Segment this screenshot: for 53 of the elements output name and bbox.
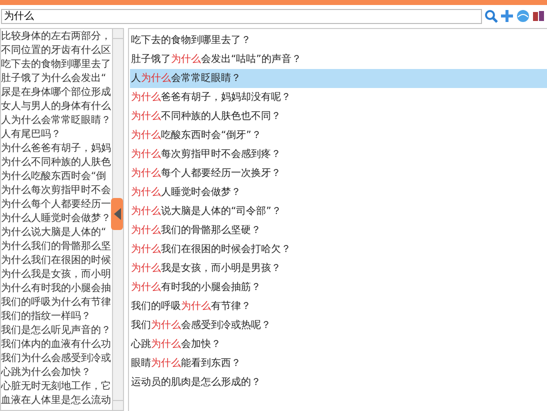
result-item[interactable]: 眼睛为什么能看到东西？: [130, 354, 547, 373]
list-item[interactable]: 我们的呼吸为什么有节律: [1, 296, 111, 310]
list-item[interactable]: 心跳为什么会加快？: [1, 366, 91, 380]
list-item[interactable]: 我们体内的血液有什么功: [1, 338, 111, 352]
list-item[interactable]: 为什么每次剪指甲时不会: [1, 184, 111, 198]
list-item[interactable]: 人有尾巴吗？: [1, 128, 61, 142]
result-item[interactable]: 为什么我们的骨骼那么坚硬？: [130, 221, 547, 240]
list-item[interactable]: 为什么我是女孩，而小明: [1, 268, 111, 282]
list-item[interactable]: 人为什么会常常眨眼睛？: [1, 114, 111, 128]
result-item[interactable]: 心跳为什么会加快？: [130, 335, 547, 354]
result-item[interactable]: 为什么有时我的小腿会抽筋？: [130, 278, 547, 297]
result-item[interactable]: 肚子饿了为什么会发出“咕咕”的声音？: [130, 50, 547, 69]
list-item[interactable]: 为什么不同种族的人肤色: [1, 156, 111, 170]
list-item[interactable]: 肚子饿了为什么会发出“: [1, 72, 106, 86]
left-triangle-icon: [114, 208, 120, 220]
result-item[interactable]: 运动员的肌肉是怎么形成的？: [130, 373, 547, 392]
collapse-button[interactable]: [111, 198, 123, 230]
search-icon[interactable]: [484, 9, 498, 23]
result-item[interactable]: 我们的呼吸为什么有节律？: [130, 297, 547, 316]
list-item[interactable]: 为什么吃酸东西时会“倒: [1, 170, 106, 184]
list-item[interactable]: 为什么我们的骨骼那么坚: [1, 240, 111, 254]
result-item[interactable]: 为什么爸爸有胡子，妈妈却没有呢？: [130, 88, 547, 107]
result-item[interactable]: 为什么每次剪指甲时不会感到疼？: [130, 145, 547, 164]
list-item[interactable]: 为什么我们在很困的时候: [1, 254, 111, 268]
result-item[interactable]: 人为什么会常常眨眼睛？: [130, 69, 547, 88]
scrollbar[interactable]: [112, 29, 123, 410]
result-item[interactable]: 为什么我是女孩，而小明是男孩？: [130, 259, 547, 278]
result-item[interactable]: 为什么不同种族的人肤色也不同？: [130, 107, 547, 126]
list-item[interactable]: 不同位置的牙齿有什么区: [1, 44, 111, 58]
list-item[interactable]: 比较身体的左右两部分，: [1, 30, 111, 44]
list-item[interactable]: 我们是怎么听见声音的？: [1, 324, 111, 338]
search-field[interactable]: 为什么: [1, 8, 482, 24]
list-item[interactable]: 血液在人体里是怎么流动: [1, 394, 111, 408]
result-item[interactable]: 吃下去的食物到哪里去了？: [130, 31, 547, 50]
add-icon[interactable]: [500, 9, 514, 23]
list-item[interactable]: 为什么说大脑是人体的“: [1, 226, 106, 240]
list-item[interactable]: 为什么每个人都要经历一: [1, 198, 111, 212]
result-item[interactable]: 为什么人睡觉时会做梦？: [130, 183, 547, 202]
list-item[interactable]: 吃下去的食物到哪里去了: [1, 58, 111, 72]
result-item[interactable]: 为什么每个人都要经历一次换牙？: [130, 164, 547, 183]
list-item[interactable]: 我们为什么会感受到冷或: [1, 352, 111, 366]
result-item[interactable]: 为什么吃酸东西时会“倒牙”？: [130, 126, 547, 145]
list-item[interactable]: 女人与男人的身体有什么: [1, 100, 111, 114]
result-item[interactable]: 我们为什么会感受到冷或热呢？: [130, 316, 547, 335]
list-item[interactable]: 尿是在身体哪个部位形成: [1, 86, 111, 100]
result-item[interactable]: 为什么说大脑是人体的“司令部”？: [130, 202, 547, 221]
list-item[interactable]: 心脏无时无刻地工作，它: [1, 380, 111, 394]
list-item[interactable]: 为什么有时我的小腿会抽: [1, 282, 111, 296]
list-item[interactable]: 为什么人睡觉时会做梦？: [1, 212, 111, 226]
list-item[interactable]: 我们的指纹一样吗？: [1, 310, 91, 324]
result-item[interactable]: 为什么我们在很困的时候会打哈欠？: [130, 240, 547, 259]
list-item[interactable]: 为什么爸爸有胡子，妈妈: [1, 142, 111, 156]
books-icon[interactable]: [532, 9, 546, 23]
